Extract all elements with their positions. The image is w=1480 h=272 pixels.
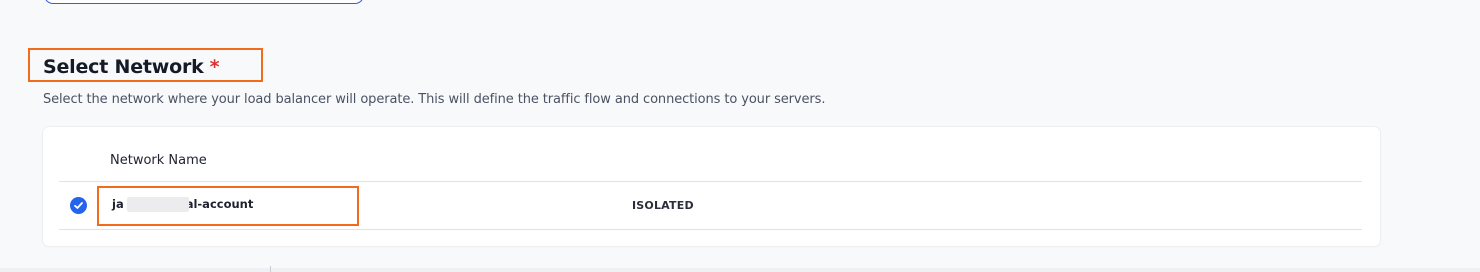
column-header-network-name: Network Name (110, 153, 207, 168)
required-star: * (209, 56, 220, 78)
network-name-prefix: ja (112, 197, 124, 211)
table-divider (59, 229, 1362, 230)
checkmark-icon (74, 202, 83, 209)
section-title-text: Select Network (43, 56, 204, 78)
network-type-cell: ISOLATED (632, 199, 694, 212)
page: Select Network * Select the network where… (0, 0, 1480, 272)
section-description: Select the network where your load balan… (43, 92, 826, 107)
section-title: Select Network * (43, 56, 220, 78)
table-divider (59, 181, 1362, 182)
check-circle-icon[interactable] (70, 197, 87, 214)
network-name-suffix: al-account (185, 197, 254, 211)
bottom-tick (270, 266, 271, 272)
bottom-divider (0, 268, 1480, 272)
section-title-highlight: Select Network * (28, 48, 263, 82)
network-name-highlight: ja al-account (97, 186, 359, 226)
redaction-block (127, 197, 189, 212)
network-table: Network Name ja al-account ISOLATED (43, 127, 1380, 246)
previous-input-field[interactable] (44, 0, 364, 4)
